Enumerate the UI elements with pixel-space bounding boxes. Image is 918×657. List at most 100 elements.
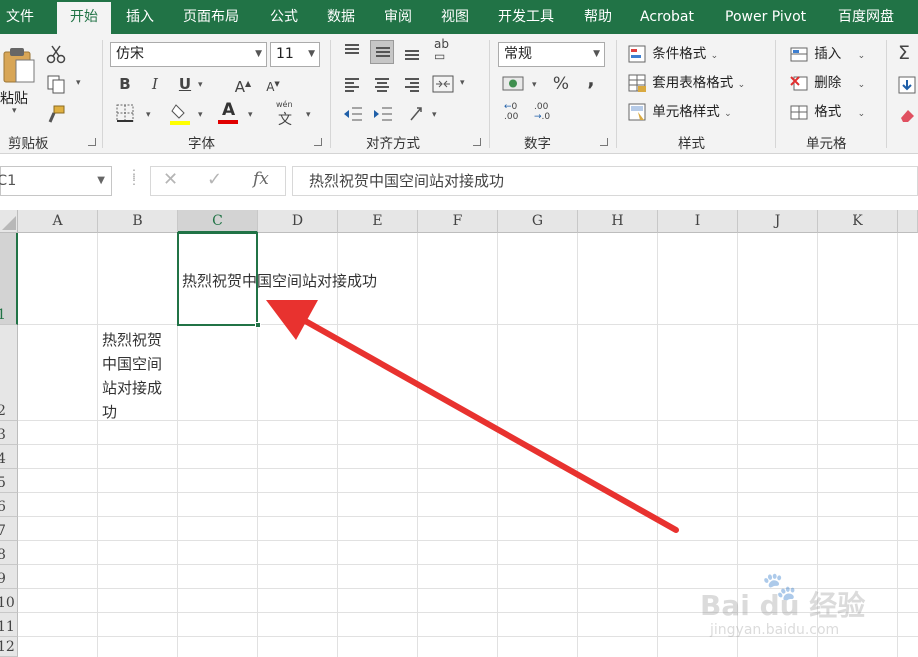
format-cells-button[interactable]: 格式 ⌄	[790, 100, 865, 124]
select-all-corner[interactable]	[0, 210, 18, 233]
increase-decimal-button[interactable]: ←0.00	[504, 102, 528, 128]
cut-icon[interactable]	[46, 44, 66, 64]
tab-acrobat[interactable]: Acrobat	[640, 0, 694, 34]
row-header-4[interactable]: 4	[0, 445, 18, 469]
cell-styles-button[interactable]: 单元格样式 ⌄	[628, 100, 732, 124]
column-header-d[interactable]: D	[258, 210, 338, 233]
text-direction-icon[interactable]	[408, 104, 430, 124]
phonetic-button[interactable]: wén 文	[274, 100, 300, 128]
align-center-icon[interactable]	[370, 72, 394, 96]
autosum-icon[interactable]: Σ	[898, 42, 910, 64]
tab-page-layout[interactable]: 页面布局	[183, 0, 239, 34]
underline-button[interactable]: U	[174, 73, 196, 95]
delete-cells-button[interactable]: 删除 ⌄	[790, 71, 865, 95]
tab-baidu-netdisk[interactable]: 百度网盘	[838, 0, 894, 34]
underline-dropdown-icon[interactable]: ▾	[198, 80, 203, 90]
row-header-9[interactable]: 9	[0, 565, 18, 589]
decrease-decimal-button[interactable]: .00 →.0	[534, 102, 558, 128]
column-header-j[interactable]: J	[738, 210, 818, 233]
tab-file[interactable]: 文件	[6, 0, 34, 34]
grow-font-button[interactable]: A▲	[232, 73, 254, 96]
font-launcher-icon[interactable]	[314, 138, 322, 146]
tab-insert[interactable]: 插入	[126, 0, 154, 34]
format-as-table-button[interactable]: 套用表格格式 ⌄	[628, 71, 745, 95]
alignment-launcher-icon[interactable]	[473, 138, 481, 146]
column-header-l[interactable]	[898, 210, 918, 233]
orientation-icon[interactable]: ab ▭	[434, 38, 449, 62]
number-format-select[interactable]: 常规 ▼	[498, 42, 605, 67]
italic-button[interactable]: I	[144, 73, 166, 95]
phonetic-dropdown-icon[interactable]: ▾	[306, 110, 311, 120]
copy-dropdown-icon[interactable]: ▾	[76, 78, 81, 88]
accounting-format-icon[interactable]	[502, 74, 526, 94]
active-cell-c1[interactable]	[177, 232, 258, 326]
text-direction-dropdown-icon[interactable]: ▾	[432, 110, 437, 120]
shrink-font-button[interactable]: A▼	[262, 73, 284, 95]
row-header-12[interactable]: 12	[0, 637, 18, 657]
tab-power-pivot[interactable]: Power Pivot	[725, 0, 806, 34]
insert-cells-button[interactable]: 插入 ⌄	[790, 42, 865, 66]
clipboard-launcher-icon[interactable]	[88, 138, 96, 146]
borders-dropdown-icon[interactable]: ▾	[146, 110, 151, 120]
tab-view[interactable]: 视图	[441, 0, 469, 34]
merge-center-icon[interactable]	[432, 74, 454, 94]
align-right-icon[interactable]	[400, 72, 424, 96]
fill-handle[interactable]	[255, 322, 261, 328]
cancel-icon[interactable]: ✕	[163, 169, 178, 190]
font-name-select[interactable]: 仿宋 ▼	[110, 42, 267, 67]
column-header-i[interactable]: I	[658, 210, 738, 233]
column-header-f[interactable]: F	[418, 210, 498, 233]
top-align-icon[interactable]	[340, 40, 364, 64]
tab-data[interactable]: 数据	[327, 0, 355, 34]
format-painter-icon[interactable]	[46, 104, 66, 124]
conditional-formatting-button[interactable]: 条件格式 ⌄	[628, 42, 718, 66]
font-color-dropdown-icon[interactable]: ▾	[248, 110, 253, 120]
merge-dropdown-icon[interactable]: ▾	[460, 78, 465, 88]
tab-review[interactable]: 审阅	[384, 0, 412, 34]
row-header-1[interactable]: 1	[0, 233, 18, 325]
row-header-2[interactable]: 2	[0, 325, 18, 421]
formula-input[interactable]: 热烈祝贺中国空间站对接成功	[292, 166, 918, 196]
insert-function-icon[interactable]: fx	[253, 169, 269, 189]
row-header-7[interactable]: 7	[0, 517, 18, 541]
tab-home[interactable]: 开始	[57, 0, 111, 34]
accounting-dropdown-icon[interactable]: ▾	[532, 80, 537, 90]
paste-button[interactable]: 粘贴 ▾	[0, 44, 38, 116]
tab-formulas[interactable]: 公式	[270, 0, 298, 34]
row-header-8[interactable]: 8	[0, 541, 18, 565]
row-header-10[interactable]: 10	[0, 589, 18, 613]
row-header-5[interactable]: 5	[0, 469, 18, 493]
row-header-11[interactable]: 11	[0, 613, 18, 637]
font-color-button[interactable]: A	[218, 100, 240, 126]
column-header-c[interactable]: C	[178, 210, 258, 233]
borders-icon[interactable]	[116, 104, 134, 122]
name-box[interactable]: C1 ▼	[0, 166, 112, 196]
column-header-g[interactable]: G	[498, 210, 578, 233]
enter-icon[interactable]: ✓	[207, 169, 222, 190]
copy-icon[interactable]	[46, 74, 66, 94]
fill-color-icon[interactable]	[170, 102, 192, 126]
decrease-indent-icon[interactable]	[342, 104, 364, 124]
cell-b2-line: 功	[102, 403, 118, 421]
column-header-a[interactable]: A	[18, 210, 98, 233]
fill-down-icon[interactable]	[898, 76, 916, 94]
percent-button[interactable]: %	[550, 73, 572, 95]
tab-developer[interactable]: 开发工具	[498, 0, 554, 34]
number-launcher-icon[interactable]	[600, 138, 608, 146]
row-header-6[interactable]: 6	[0, 493, 18, 517]
column-header-e[interactable]: E	[338, 210, 418, 233]
increase-indent-icon[interactable]	[372, 104, 394, 124]
row-header-3[interactable]: 3	[0, 421, 18, 445]
tab-help[interactable]: 帮助	[584, 0, 612, 34]
clear-icon[interactable]	[898, 106, 916, 124]
column-header-b[interactable]: B	[98, 210, 178, 233]
comma-button[interactable]: ,	[580, 69, 602, 91]
middle-align-icon[interactable]	[370, 40, 394, 64]
font-size-select[interactable]: 11 ▼	[270, 42, 320, 67]
column-header-h[interactable]: H	[578, 210, 658, 233]
column-header-k[interactable]: K	[818, 210, 898, 233]
bottom-align-icon[interactable]	[400, 40, 424, 64]
fill-color-dropdown-icon[interactable]: ▾	[198, 110, 203, 120]
bold-button[interactable]: B	[114, 73, 136, 95]
align-left-icon[interactable]	[340, 72, 364, 96]
